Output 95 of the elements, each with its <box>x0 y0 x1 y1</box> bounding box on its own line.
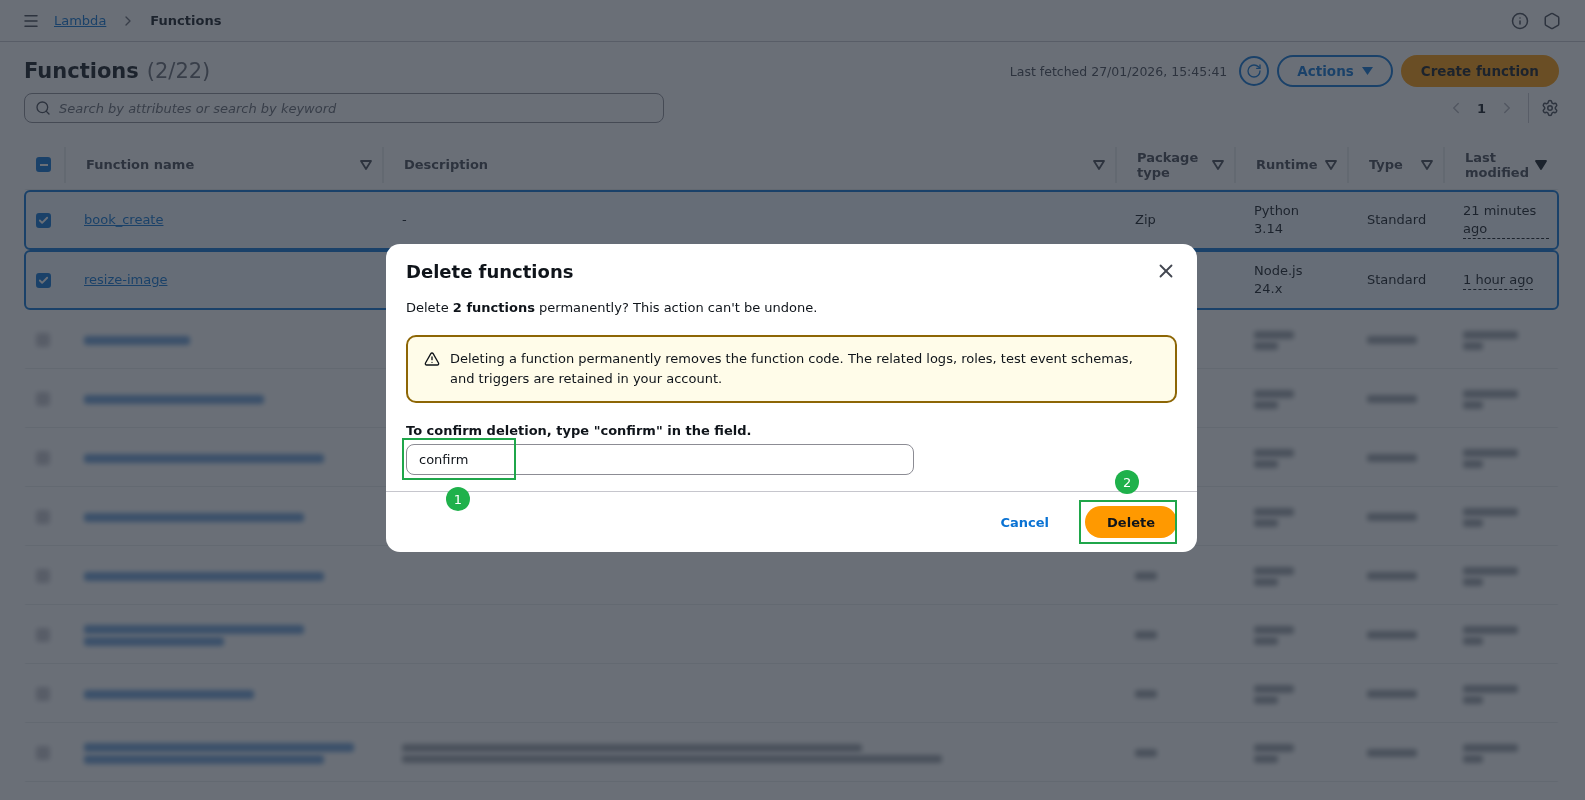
blurred-text <box>1135 572 1157 580</box>
function-name-link[interactable]: book_create <box>84 212 164 227</box>
blurred-text <box>1135 690 1157 698</box>
breadcrumb-current-page: Functions <box>150 13 222 28</box>
blurred-text <box>1463 341 1483 350</box>
info-icon[interactable] <box>1511 11 1529 30</box>
confirm-input[interactable]: confirm <box>406 444 914 475</box>
select-all-checkbox[interactable] <box>36 157 51 172</box>
dialog-title: Delete functions <box>406 260 574 282</box>
blurred-text <box>1254 389 1294 398</box>
blurred-text <box>1463 389 1518 398</box>
column-header[interactable]: Function name <box>86 157 195 172</box>
blurred-text <box>1135 749 1157 757</box>
blurred-text <box>1254 695 1278 704</box>
warning-icon <box>424 351 440 367</box>
caret-icon[interactable] <box>1361 67 1373 75</box>
blurred-text <box>1367 513 1417 521</box>
checkmark-icon <box>38 274 49 286</box>
blurred-text <box>1254 330 1294 339</box>
description-cell-text: - <box>401 211 408 229</box>
blurred-text <box>1254 754 1278 763</box>
blurred-text <box>1463 743 1518 752</box>
blurred-text <box>1463 459 1483 468</box>
last-modified-text: 21 minutes ago <box>1463 201 1549 239</box>
row-checkbox[interactable] <box>36 272 51 288</box>
sort-icon[interactable] <box>1212 159 1224 170</box>
sorted-descending-icon[interactable] <box>1535 159 1547 170</box>
last-fetched-text: Last fetched 27/01/2026, 15:45:41 <box>1009 63 1228 79</box>
settings-icon[interactable] <box>1541 99 1559 117</box>
blurred-text <box>1135 631 1157 639</box>
blurred-text <box>1463 507 1518 516</box>
blurred-text <box>1463 695 1483 704</box>
runtime-cell-text: Node.js 24.x <box>1253 262 1304 298</box>
sort-icon[interactable] <box>1325 159 1337 170</box>
blurred-text <box>1254 625 1294 634</box>
blurred-text <box>1254 743 1294 752</box>
cancel-button[interactable]: Cancel <box>994 513 1056 531</box>
blurred-text <box>1254 448 1294 457</box>
package-type-cell-text: Zip <box>1134 211 1157 229</box>
type-cell-text: Standard <box>1366 211 1428 229</box>
blurred-text <box>1254 518 1278 527</box>
type-cell-text: Standard <box>1366 271 1428 289</box>
page-title: Functions <box>24 59 139 83</box>
column-header[interactable]: Runtime <box>1256 157 1318 172</box>
page-number[interactable]: 1 <box>1464 100 1498 116</box>
blurred-text <box>1463 400 1483 409</box>
blurred-text <box>1254 577 1278 586</box>
last-modified-text: 1 hour ago <box>1463 270 1534 290</box>
column-header[interactable]: Description <box>404 157 489 172</box>
runtime-cell-text: Python 3.14 <box>1253 202 1301 238</box>
column-header[interactable]: Package type <box>1137 149 1212 180</box>
blurred-text <box>1463 684 1518 693</box>
hexagon-icon[interactable] <box>1543 11 1561 30</box>
refresh-button[interactable] <box>1239 56 1270 86</box>
blurred-text <box>1254 459 1278 468</box>
blurred-text <box>1463 577 1483 586</box>
blurred-text <box>1254 684 1294 693</box>
blurred-text <box>1463 636 1483 645</box>
blurred-text <box>1254 341 1278 350</box>
step-marker: 1 <box>446 487 470 511</box>
blurred-text <box>1367 395 1417 403</box>
blurred-text <box>1367 336 1417 344</box>
sort-icon[interactable] <box>360 159 372 170</box>
dialog-message: Delete 2 functions permanently? This action can't be undone. <box>406 300 819 315</box>
blurred-text <box>1367 690 1417 698</box>
blurred-text <box>1463 566 1518 575</box>
function-name-link[interactable]: resize-image <box>84 272 168 287</box>
checkmark-icon <box>38 214 49 226</box>
delete-button[interactable]: Delete <box>1085 506 1177 538</box>
blurred-text <box>1463 754 1483 763</box>
blurred-text <box>1367 572 1417 580</box>
blurred-text <box>1367 454 1417 462</box>
blurred-text <box>1367 749 1417 757</box>
confirm-label: To confirm deletion, type "confirm" in the field. <box>406 423 753 438</box>
column-header[interactable]: Last modified <box>1465 149 1535 180</box>
blurred-text <box>1463 448 1518 457</box>
blurred-text <box>1254 636 1278 645</box>
blurred-text <box>1463 518 1483 527</box>
step-marker: 2 <box>1115 470 1140 494</box>
blurred-text <box>1254 566 1294 575</box>
warning-text: Deleting a function permanently removes the function code. The related logs, roles, test event schemas, and triggers are retained in your account. <box>450 350 1134 388</box>
blurred-text <box>1463 330 1518 339</box>
column-header[interactable]: Type <box>1369 157 1403 172</box>
refresh-icon[interactable] <box>1246 63 1263 79</box>
blurred-text <box>1254 400 1278 409</box>
sort-icon[interactable] <box>1093 159 1105 170</box>
breadcrumb-link[interactable]: Lambda <box>54 13 107 28</box>
sort-icon[interactable] <box>1421 159 1433 170</box>
actions-button[interactable]: Actions <box>1277 55 1393 87</box>
blurred-text <box>1463 625 1518 634</box>
blurred-text <box>1367 631 1417 639</box>
search-icon <box>35 100 51 116</box>
row-checkbox[interactable] <box>36 212 51 228</box>
create-function-button[interactable]: Create function <box>1400 55 1559 87</box>
blurred-text <box>1254 507 1294 516</box>
